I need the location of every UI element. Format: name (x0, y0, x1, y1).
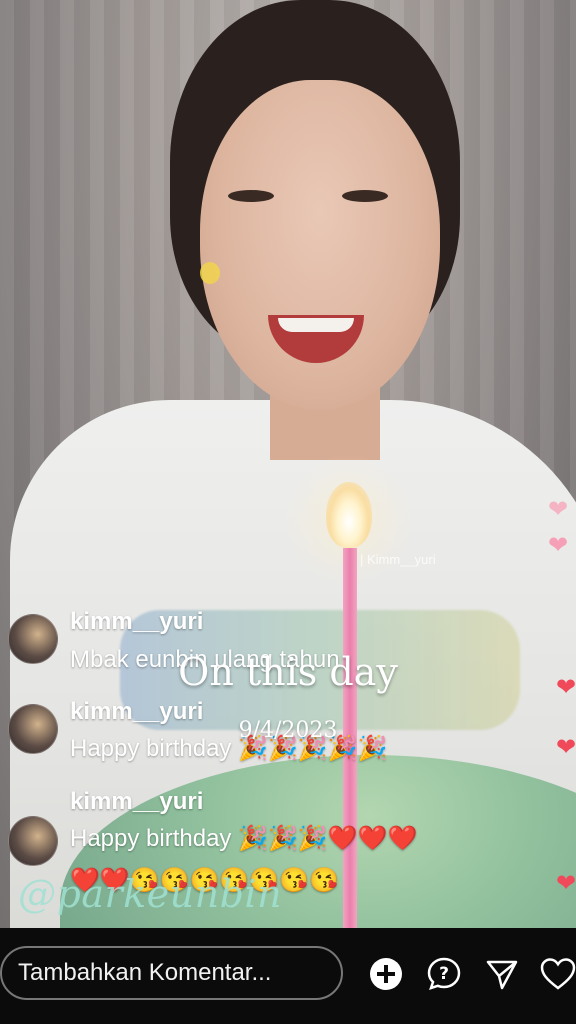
teeth (278, 318, 354, 332)
comment-text: Happy birthday (70, 825, 232, 852)
comment-input[interactable]: Tambahkan Komentar... (0, 946, 343, 1000)
live-stream-screen: | Kimm__yuri ❤ ❤ ❤ ❤ ❤ kimm__yuri Mbak e… (0, 0, 576, 1024)
comment-username[interactable]: kimm__yuri (70, 788, 203, 816)
comment-placeholder: Tambahkan Komentar... (18, 959, 272, 986)
broadcast-tag: | Kimm__yuri (360, 552, 436, 567)
right-eye (342, 190, 388, 202)
floating-heart-icon: ❤ (548, 532, 569, 559)
overlay-date: 9/4/2023 (238, 718, 338, 743)
avatar[interactable] (8, 816, 58, 866)
send-icon[interactable] (484, 956, 520, 992)
candle-flame (326, 482, 372, 548)
watermark: @parkeunbin (18, 872, 283, 916)
heart-outline-icon[interactable] (540, 956, 576, 992)
floating-heart-icon: ❤ (548, 496, 569, 523)
floating-heart-icon: ❤ (556, 870, 576, 897)
comment-bar: Tambahkan Komentar... ? (0, 928, 576, 1024)
plus-circle-icon[interactable] (368, 956, 404, 992)
question-icon[interactable]: ? (426, 956, 462, 992)
left-eye (228, 190, 274, 202)
face-sticker (200, 262, 220, 284)
emoji-row: 🎉🎉🎉❤️❤️❤️ (238, 825, 418, 852)
comment-text-row: Happy birthday 🎉🎉🎉❤️❤️❤️ (70, 824, 417, 853)
overlay-title: On this day (178, 650, 398, 694)
svg-text:?: ? (439, 964, 449, 984)
comment-username[interactable]: kimm__yuri (70, 608, 203, 636)
